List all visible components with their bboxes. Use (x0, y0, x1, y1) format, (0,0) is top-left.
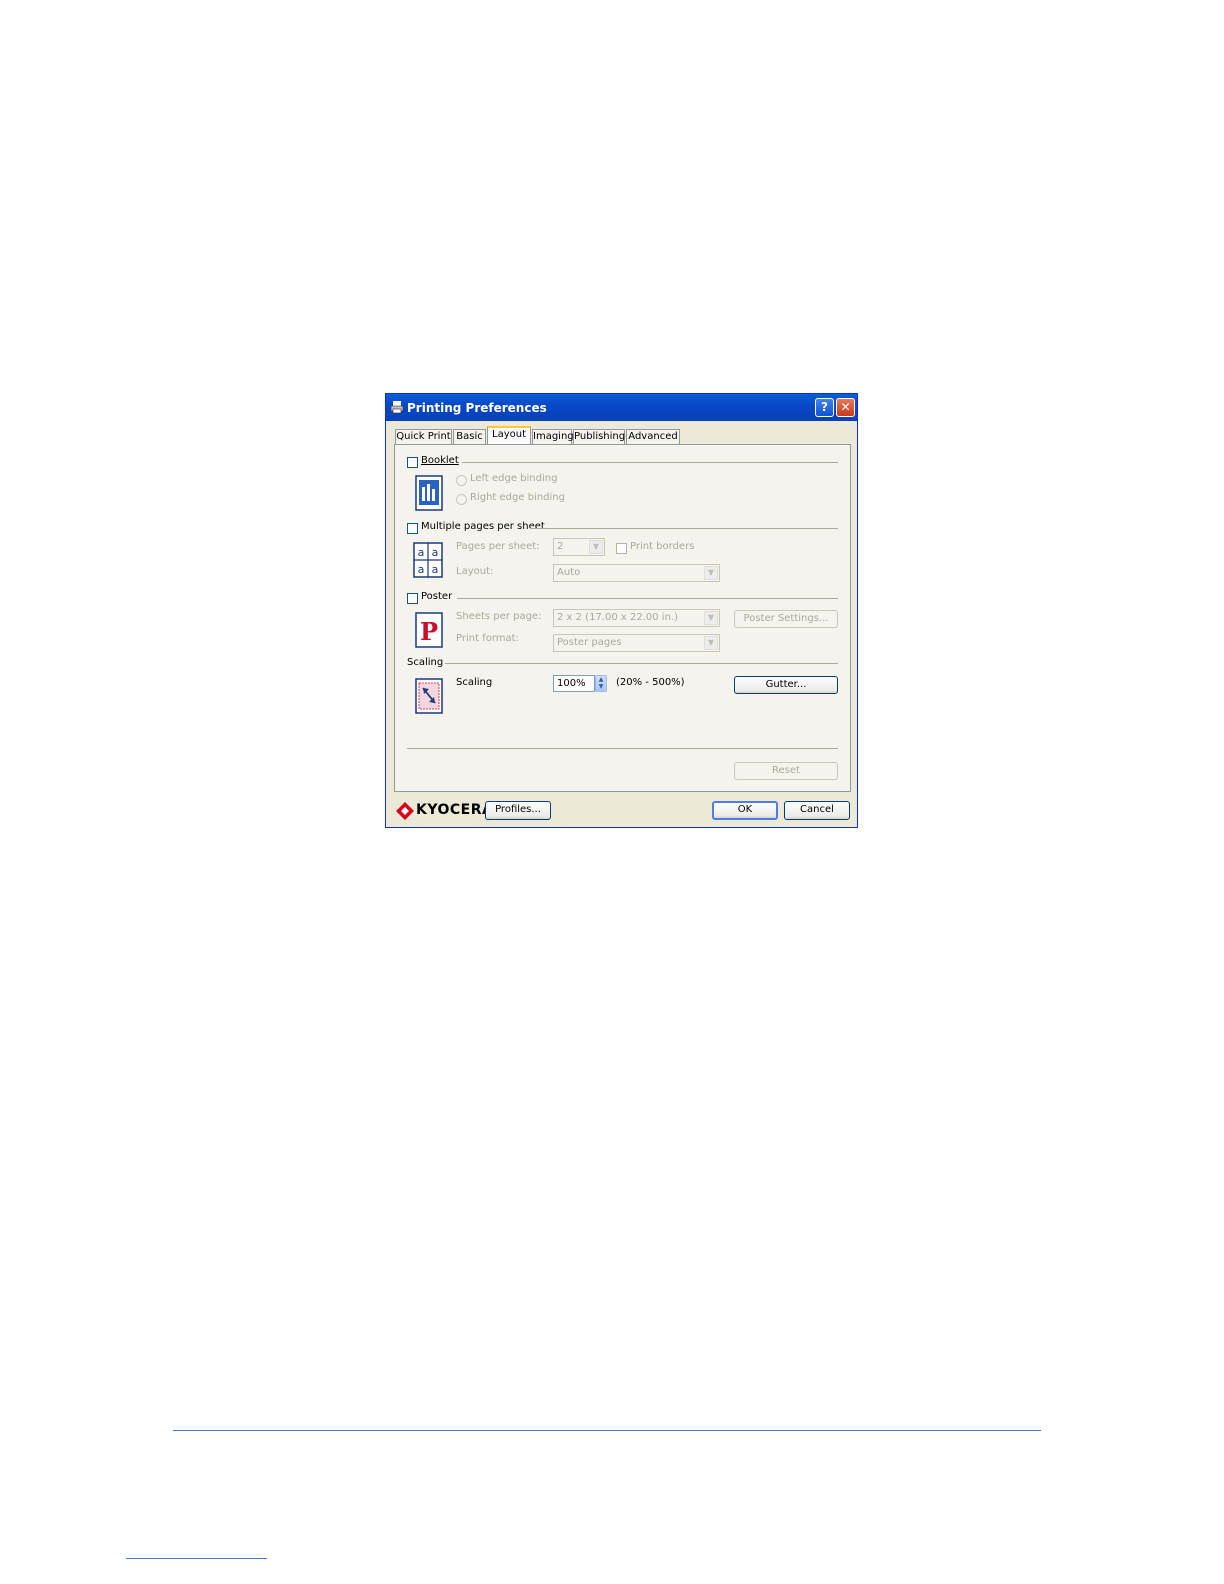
sheets-per-page-label: Sheets per page: (456, 611, 542, 622)
help-button[interactable]: ? (815, 398, 834, 417)
chevron-down-icon: ▼ (704, 636, 718, 650)
pages-per-sheet-label: Pages per sheet: (456, 541, 540, 552)
kyocera-brand: KYOCERA (416, 802, 494, 818)
scaling-divider (445, 663, 838, 664)
poster-settings-button[interactable]: Poster Settings... (734, 610, 838, 628)
multiple-pages-label[interactable]: Multiple pages per sheet (421, 521, 545, 532)
title-bar[interactable]: Printing Preferences ? ✕ (386, 394, 857, 421)
scaling-icon (415, 678, 443, 714)
layout-select[interactable]: Auto ▼ (553, 564, 720, 582)
sheets-per-page-value: 2 x 2 (17.00 x 22.00 in.) (557, 612, 678, 623)
window-title: Printing Preferences (407, 401, 547, 415)
chevron-down-icon: ▼ (589, 540, 603, 554)
scaling-input[interactable]: 100% (553, 675, 595, 692)
left-edge-binding-label[interactable]: Left edge binding (470, 473, 557, 484)
scaling-range-text: (20% - 500%) (616, 677, 685, 688)
left-edge-binding-radio[interactable] (456, 475, 467, 486)
booklet-label[interactable]: Booklet (421, 455, 459, 466)
page-footer-short-rule (126, 1558, 267, 1559)
poster-label[interactable]: Poster (421, 591, 452, 602)
icon-letter-a: a (432, 546, 439, 559)
ok-button[interactable]: OK (712, 801, 778, 820)
print-format-value: Poster pages (557, 637, 622, 648)
spin-down-icon[interactable]: ▼ (596, 683, 606, 690)
scaling-label: Scaling (456, 677, 493, 688)
multiple-pages-divider (530, 528, 838, 529)
booklet-divider (462, 462, 838, 463)
poster-divider (457, 598, 838, 599)
poster-icon: P (415, 612, 443, 648)
pages-per-sheet-icon: a a a a (413, 542, 443, 578)
icon-letter-a: a (418, 563, 425, 576)
poster-icon-letter: P (420, 617, 438, 646)
print-borders-label[interactable]: Print borders (630, 541, 694, 552)
scaling-group-label: Scaling (407, 657, 444, 668)
icon-letter-a: a (418, 546, 425, 559)
multiple-pages-checkbox[interactable] (407, 523, 418, 534)
booklet-checkbox[interactable] (407, 457, 418, 468)
printer-icon (390, 401, 404, 414)
tab-layout[interactable]: Layout (487, 426, 531, 444)
poster-checkbox[interactable] (407, 593, 418, 604)
tab-publishing[interactable]: Publishing (573, 429, 625, 444)
chevron-down-icon: ▼ (704, 566, 718, 580)
tab-advanced[interactable]: Advanced (626, 429, 680, 444)
layout-label: Layout: (456, 566, 494, 577)
sheets-per-page-select[interactable]: 2 x 2 (17.00 x 22.00 in.) ▼ (553, 609, 720, 627)
right-edge-binding-label[interactable]: Right edge binding (470, 492, 565, 503)
chevron-down-icon: ▼ (704, 611, 718, 625)
page-footer-rule (173, 1430, 1041, 1431)
spin-up-icon[interactable]: ▲ (596, 676, 606, 683)
cancel-button[interactable]: Cancel (784, 801, 850, 820)
icon-letter-a: a (432, 563, 439, 576)
tab-imaging[interactable]: Imaging (532, 429, 574, 444)
pages-per-sheet-value: 2 (557, 541, 564, 552)
printing-preferences-dialog: Printing Preferences ? ✕ Quick Print Bas… (385, 393, 858, 828)
profiles-button[interactable]: Profiles... (485, 801, 551, 820)
print-format-select[interactable]: Poster pages ▼ (553, 634, 720, 652)
pages-per-sheet-select[interactable]: 2 ▼ (553, 538, 605, 556)
right-edge-binding-radio[interactable] (456, 494, 467, 505)
booklet-icon (415, 475, 443, 511)
print-format-label: Print format: (456, 633, 519, 644)
kyocera-logo-icon (396, 802, 414, 820)
tab-quick-print[interactable]: Quick Print (395, 429, 452, 444)
gutter-button[interactable]: Gutter... (734, 676, 838, 694)
bottom-divider (407, 748, 838, 749)
tab-basic[interactable]: Basic (453, 429, 486, 444)
scaling-spinner[interactable]: ▲ ▼ (595, 675, 607, 692)
layout-value: Auto (557, 567, 581, 578)
close-button[interactable]: ✕ (836, 398, 855, 417)
print-borders-checkbox[interactable] (616, 543, 627, 554)
reset-button[interactable]: Reset (734, 762, 838, 780)
layout-tab-panel: Booklet Left edge binding Right edge bin… (394, 444, 851, 792)
